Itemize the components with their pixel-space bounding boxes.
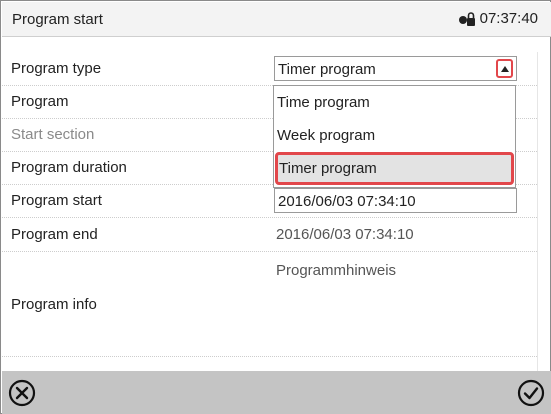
row-program-start: Program start 2016/06/03 07:34:10 (2, 184, 537, 218)
program-start-label: Program start (11, 192, 102, 209)
row-program-type: Program type Timer program (2, 52, 537, 86)
window-title: Program start (12, 11, 103, 28)
title-bar: Program start 07:37:40 (2, 2, 551, 37)
status-area: 07:37:40 (458, 10, 538, 27)
program-start-window: Program start 07:37:40 Program type Time… (0, 0, 551, 414)
program-start-field[interactable]: 2016/06/03 07:34:10 (274, 188, 517, 213)
clock-time: 07:37:40 (479, 10, 538, 27)
program-type-select[interactable]: Timer program (274, 56, 517, 81)
program-type-label: Program type (11, 60, 102, 77)
dropdown-option-week-program[interactable]: Week program (274, 119, 515, 152)
program-end-label: Program end (11, 226, 98, 243)
cancel-icon[interactable] (8, 379, 36, 407)
start-section-label: Start section (11, 126, 95, 143)
row-program-info: Programmhinweis Program info (2, 252, 537, 357)
footer-bar (2, 371, 551, 414)
program-start-value: 2016/06/03 07:34:10 (278, 193, 416, 210)
program-duration-label: Program duration (11, 159, 127, 176)
triangle-up-icon (500, 65, 509, 72)
confirm-icon[interactable] (517, 379, 545, 407)
program-info-hint: Programmhinweis (276, 262, 397, 279)
program-end-value: 2016/06/03 07:34:10 (276, 226, 414, 243)
dropdown-option-time-program[interactable]: Time program (274, 86, 515, 119)
dropdown-option-timer-program[interactable]: Timer program (275, 152, 514, 185)
program-label: Program (11, 93, 69, 110)
program-info-label: Program info (11, 296, 97, 313)
divider (537, 52, 538, 371)
program-type-value: Timer program (278, 61, 376, 78)
program-type-dropdown-list: Time program Week program Timer program (273, 85, 516, 188)
lock-icon (458, 11, 475, 26)
dropdown-toggle-button[interactable] (496, 59, 513, 78)
row-program-end: Program end 2016/06/03 07:34:10 (2, 218, 537, 252)
